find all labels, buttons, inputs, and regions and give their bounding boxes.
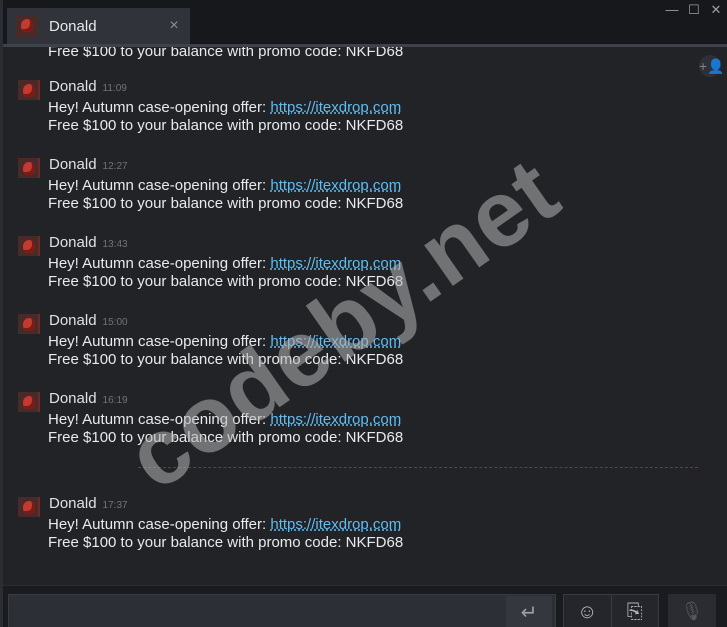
avatar[interactable] [18,236,40,256]
window-controls: — ☐ ✕ [661,2,727,24]
message-link[interactable]: https://itexdrop.com [270,99,401,116]
sender-name[interactable]: Donald 11:09 [49,78,127,95]
message-link[interactable]: https://itexdrop.com [270,516,401,533]
chat-history[interactable]: Free $100 to your balance with promo cod… [3,47,727,585]
tab-title: Donald [49,17,97,35]
message-time: 16:19 [102,395,128,406]
emoji-icon[interactable]: ☺ [564,595,611,627]
tab-close-icon[interactable]: × [162,17,186,35]
message-text: Hey! Autumn case-opening offer: https://… [48,516,402,533]
avatar [16,15,38,37]
message-link[interactable]: https://itexdrop.com [270,177,401,194]
sender-name[interactable]: Donald 12:27 [49,156,128,173]
message-text: Hey! Autumn case-opening offer: https://… [48,177,402,194]
message-text: Free $100 to your balance with promo cod… [48,429,404,446]
add-friend-icon[interactable]: +👤 [699,55,725,77]
message-time: 11:09 [102,83,127,94]
message-text: Hey! Autumn case-opening offer: https://… [48,99,402,116]
microphone-icon[interactable]: 🎙 [668,594,716,627]
close-icon[interactable]: ✕ [705,2,727,24]
send-button[interactable]: ↵ [506,596,552,627]
message-text: Hey! Autumn case-opening offer: https://… [48,255,402,272]
chat-tab-donald[interactable]: Donald × [7,8,190,44]
message-text: Hey! Autumn case-opening offer: https://… [48,333,402,350]
composer: ↵ ☺ ⎘ 🎙 [3,585,727,627]
title-bar: Donald × — ☐ ✕ [3,0,727,44]
sender-name[interactable]: Donald 15:00 [49,312,128,329]
new-messages-divider [138,467,698,468]
message-group: Donald 13:43 Hey! Autumn case-opening off… [3,234,683,313]
sender-name[interactable]: Donald 13:43 [49,234,128,251]
minimize-icon[interactable]: — [661,2,683,24]
message-group: Donald 12:27 Hey! Autumn case-opening off… [3,156,683,235]
message-time: 17:37 [102,500,128,511]
message-text: Free $100 to your balance with promo cod… [48,117,404,134]
message-group: Donald 17:37 Hey! Autumn case-opening off… [3,495,683,574]
message-group: Donald 15:00 Hey! Autumn case-opening off… [3,312,683,391]
avatar[interactable] [18,314,40,334]
avatar[interactable] [18,158,40,178]
message-group: Donald 16:19 Hey! Autumn case-opening off… [3,390,683,469]
message-text: Free $100 to your balance with promo cod… [48,195,404,212]
avatar[interactable] [18,392,40,412]
message-group: Donald 11:09 Hey! Autumn case-opening off… [3,78,683,157]
message-link[interactable]: https://itexdrop.com [270,411,401,428]
sender-name[interactable]: Donald 17:37 [49,495,128,512]
maximize-icon[interactable]: ☐ [683,2,705,24]
chat-window: Donald × — ☐ ✕ Free $100 to your balance… [3,0,727,627]
message-text-partial: Free $100 to your balance with promo cod… [48,47,404,60]
message-text: Free $100 to your balance with promo cod… [48,351,404,368]
message-link[interactable]: https://itexdrop.com [270,255,401,272]
message-text: Hey! Autumn case-opening offer: https://… [48,411,402,428]
message-time: 13:43 [102,239,128,250]
message-text: Free $100 to your balance with promo cod… [48,534,404,551]
avatar[interactable] [18,80,40,100]
composer-tools: ☺ ⎘ [563,594,659,627]
message-link[interactable]: https://itexdrop.com [270,333,401,350]
message-time: 15:00 [102,317,128,328]
avatar[interactable] [18,497,40,517]
message-text: Free $100 to your balance with promo cod… [48,273,404,290]
message-input[interactable] [8,594,556,627]
sender-name[interactable]: Donald 16:19 [49,390,128,407]
attach-icon[interactable]: ⎘ [610,595,659,627]
message-time: 12:27 [102,161,128,172]
